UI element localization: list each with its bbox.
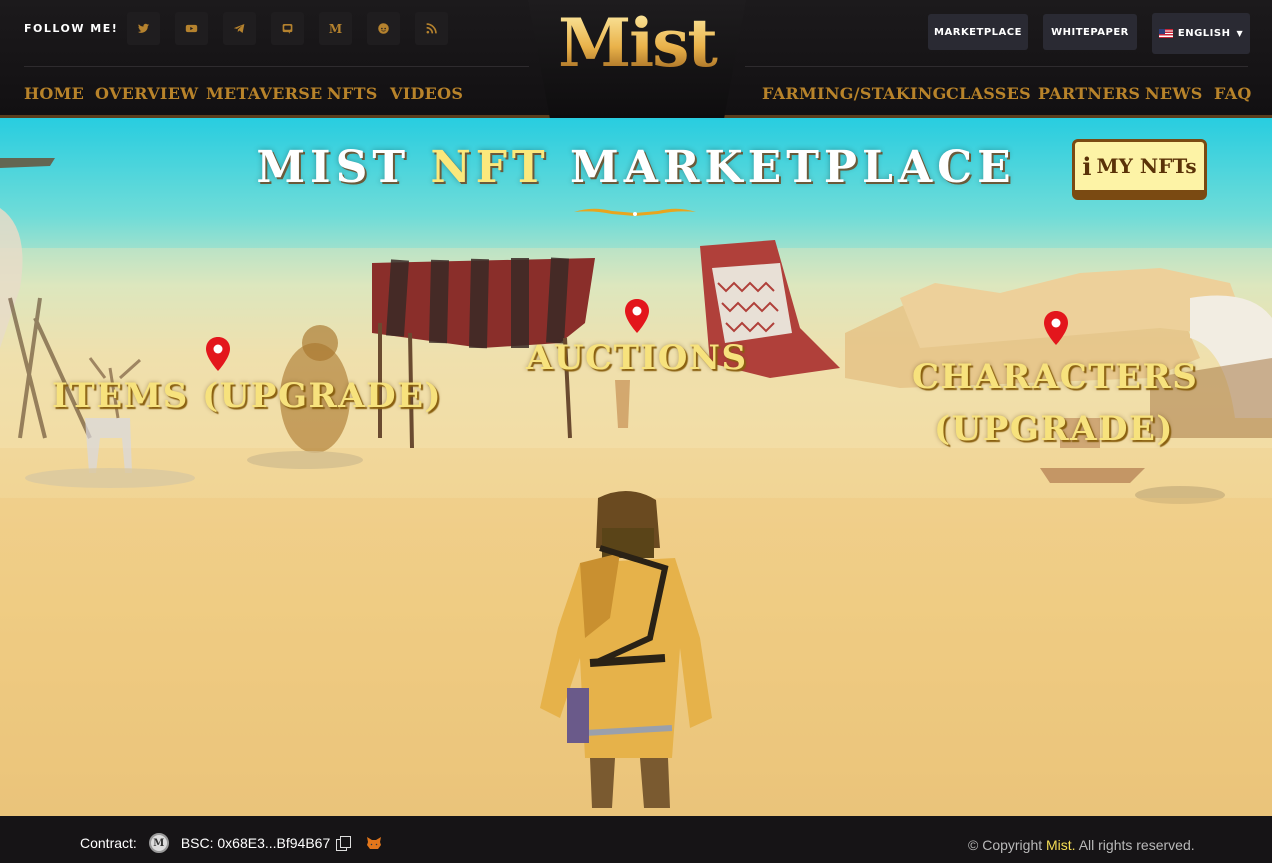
title-ornament-divider bbox=[574, 208, 696, 216]
youtube-icon[interactable] bbox=[175, 12, 208, 45]
auctions-location-pin-icon[interactable] bbox=[624, 298, 650, 334]
whitepaper-button[interactable]: WHITEPAPER bbox=[1043, 14, 1137, 50]
characters-line2: (UPGRADE) bbox=[934, 409, 1174, 449]
copyright-suffix: All rights reserved. bbox=[1075, 837, 1195, 853]
info-icon: i bbox=[1082, 151, 1092, 181]
rss-icon[interactable] bbox=[415, 12, 448, 45]
copyright-text: © Copyright Mist. All rights reserved. bbox=[968, 837, 1195, 853]
twitter-icon[interactable] bbox=[127, 12, 160, 45]
nav-faq[interactable]: FAQ bbox=[1214, 84, 1252, 103]
contract-address: BSC: 0x68E3...Bf94B67 bbox=[180, 835, 331, 851]
us-flag-icon bbox=[1158, 29, 1173, 38]
header-divider-right bbox=[745, 66, 1248, 67]
discord-icon[interactable] bbox=[271, 12, 304, 45]
site-footer: Contract: M BSC: 0x68E3...Bf94B67 © Copy… bbox=[0, 816, 1272, 863]
title-marketplace: MARKETPLACE bbox=[570, 142, 1016, 193]
nav-classes[interactable]: CLASSES bbox=[946, 84, 1031, 103]
contract-info: Contract: M BSC: 0x68E3...Bf94B67 bbox=[80, 833, 382, 853]
reddit-icon[interactable] bbox=[367, 12, 400, 45]
header-divider-left bbox=[24, 66, 529, 67]
characters-location-pin-icon[interactable] bbox=[1043, 310, 1069, 346]
items-location-pin-icon[interactable] bbox=[205, 336, 231, 372]
copy-icon[interactable] bbox=[336, 836, 352, 851]
my-nfts-label: MY NFTs bbox=[1096, 154, 1197, 178]
items-upgrade-link[interactable]: ITEMS (UPGRADE) bbox=[52, 376, 442, 416]
copyright-brand-link[interactable]: Mist. bbox=[1046, 837, 1076, 853]
nav-overview[interactable]: OVERVIEW bbox=[95, 84, 198, 103]
metamask-fox-icon[interactable] bbox=[366, 836, 382, 850]
nav-news[interactable]: NEWS bbox=[1145, 84, 1203, 103]
site-header: FOLLOW ME! M Mist MARKETPLACE WHITEPAPER… bbox=[0, 0, 1272, 118]
contract-label: Contract: bbox=[80, 835, 137, 851]
title-nft: NFT bbox=[430, 142, 550, 193]
medium-glyph: M bbox=[328, 21, 343, 36]
language-label: ENGLISH bbox=[1177, 28, 1231, 39]
nav-partners[interactable]: PARTNERS bbox=[1038, 84, 1140, 103]
characters-line1: CHARACTERS bbox=[912, 357, 1199, 397]
copyright-prefix: © Copyright bbox=[968, 837, 1047, 853]
nav-nfts[interactable]: NFTS bbox=[327, 84, 378, 103]
language-dropdown[interactable]: ENGLISH ▼ bbox=[1152, 13, 1250, 54]
follow-label: FOLLOW ME! bbox=[24, 22, 119, 35]
marketplace-hero: MIST NFT MARKETPLACE i MY NFTs ITEMS (UP… bbox=[0, 118, 1272, 816]
mist-coin-icon: M bbox=[148, 833, 169, 853]
desert-scene-illustration bbox=[0, 158, 1272, 816]
site-logo[interactable]: Mist bbox=[528, 4, 746, 82]
logo-plate: Mist bbox=[528, 0, 746, 118]
nav-home[interactable]: HOME bbox=[24, 84, 84, 103]
nav-videos[interactable]: VIDEOS bbox=[390, 84, 463, 103]
nav-metaverse[interactable]: METAVERSE bbox=[206, 84, 323, 103]
marketplace-button[interactable]: MARKETPLACE bbox=[928, 14, 1028, 50]
nav-farming-staking[interactable]: FARMING/STAKING bbox=[762, 84, 947, 103]
telegram-icon[interactable] bbox=[223, 12, 256, 45]
medium-icon[interactable]: M bbox=[319, 12, 352, 45]
caret-down-icon: ▼ bbox=[1236, 29, 1244, 38]
characters-upgrade-link[interactable]: CHARACTERS (UPGRADE) bbox=[912, 351, 1199, 455]
my-nfts-button[interactable]: i MY NFTs bbox=[1072, 139, 1207, 200]
title-mist: MIST bbox=[256, 142, 411, 193]
auctions-link[interactable]: AUCTIONS bbox=[526, 338, 748, 378]
